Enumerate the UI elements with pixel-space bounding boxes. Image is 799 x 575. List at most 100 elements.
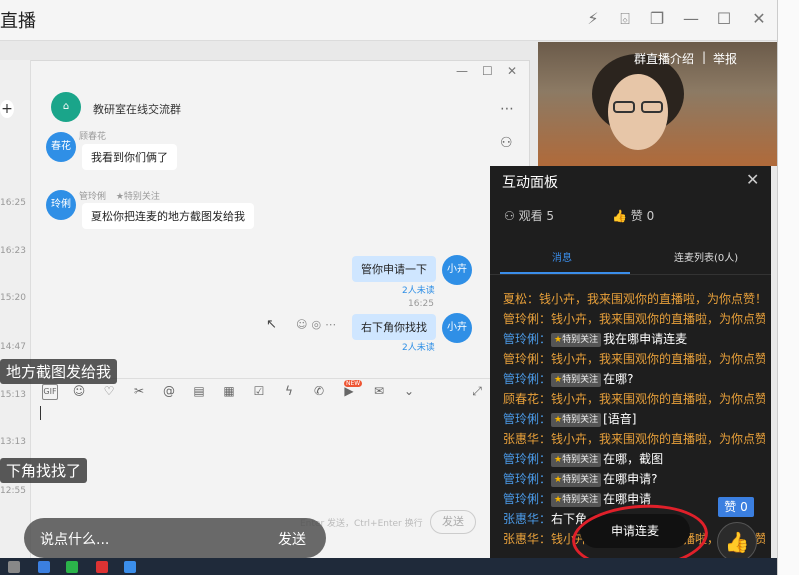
comment-send-button[interactable]: 发送 — [278, 529, 306, 549]
wechat-icon[interactable] — [66, 561, 78, 573]
message-sender[interactable]: 夏松： — [503, 292, 539, 306]
add-icon[interactable]: + — [0, 100, 14, 118]
message-input[interactable] — [30, 406, 492, 536]
panel-close-icon[interactable]: ✕ — [746, 170, 759, 189]
message-sender[interactable]: 管玲俐： — [503, 352, 551, 366]
chat-close-icon[interactable]: ✕ — [507, 64, 517, 78]
thumbs-up-icon: 👍 — [724, 530, 750, 554]
link-separator: | — [702, 50, 707, 64]
tab-messages[interactable]: 消息 — [552, 249, 572, 264]
star-icon: ★ — [554, 494, 563, 505]
message-sender[interactable]: 管玲俐： — [503, 332, 551, 346]
like-icon[interactable]: ♡ — [102, 384, 116, 398]
panel-message: 管玲俐： ★特别关注 [语音] — [503, 409, 765, 429]
panel-message: 管玲俐：钱小卉，我来围观你的直播啦，为你点赞 — [503, 349, 765, 369]
folder-icon[interactable]: ▤ — [192, 384, 206, 398]
taskbar-app-icon[interactable] — [8, 561, 20, 573]
minimize-icon[interactable]: — — [680, 8, 702, 30]
message-sender[interactable]: 管玲俐： — [503, 472, 551, 486]
presenter-video-frame — [592, 54, 684, 150]
taskbar-app-icon[interactable] — [38, 561, 50, 573]
message-sender[interactable]: 顾春花： — [503, 392, 551, 406]
chat-message: 夏松你把连麦的地方截图发给我 — [82, 203, 254, 229]
panel-message: 顾春花：钱小卉，我来围观你的直播啦，为你点赞 — [503, 389, 765, 409]
message-text: 钱小卉，我来围观你的直播啦，为你点赞！ — [539, 292, 765, 306]
message-sender[interactable]: 管玲俐： — [503, 372, 551, 386]
report-link[interactable]: 举报 — [713, 50, 737, 67]
message-time: 16:25 — [408, 299, 434, 309]
calendar-icon[interactable]: ▦ — [222, 384, 236, 398]
sender-avatar[interactable]: 玲俐 — [46, 190, 76, 220]
expand-icon[interactable]: ⤢ — [470, 384, 484, 398]
at-icon[interactable]: @ — [162, 384, 176, 398]
message-sender[interactable]: 管玲俐： — [503, 312, 551, 326]
panel-message: 张惠华：钱小卉，我来围观你的直播啦，为你点赞 — [503, 429, 765, 449]
pin-icon[interactable]: ⌺ — [614, 8, 636, 30]
add-member-icon[interactable]: ⚇ — [500, 135, 513, 151]
lightning-icon[interactable]: ⚡ — [582, 8, 604, 30]
sender-avatar[interactable]: 春花 — [46, 132, 76, 162]
like-button[interactable]: 👍 — [717, 522, 757, 562]
my-avatar[interactable]: 小卉 — [442, 255, 472, 285]
gif-icon[interactable]: GIF — [42, 384, 58, 400]
message-text: 在哪? — [603, 372, 634, 386]
like-badge: 赞 0 — [718, 497, 754, 517]
conversation-list — [0, 60, 31, 558]
unread-status[interactable]: 2人未读 — [402, 340, 435, 353]
danmaku-caption: 地方截图发给我 — [0, 359, 118, 384]
message-text: 在哪，截图 — [603, 452, 664, 466]
list-item-time: 15:13 — [0, 390, 26, 400]
message-text: 钱小卉，我来围观你的直播啦，为你点赞 — [551, 432, 765, 446]
taskbar — [0, 558, 777, 575]
scissors-icon[interactable]: ✂ — [132, 384, 146, 398]
viewer-count: ⚇ 观看 5 — [504, 209, 555, 223]
panel-divider — [490, 274, 771, 275]
message-sender[interactable]: 张惠华： — [503, 532, 551, 546]
star-icon: ★ — [554, 414, 563, 425]
tab-mic-list[interactable]: 连麦列表(0人) — [674, 249, 738, 264]
star-icon: ★ — [554, 474, 563, 485]
list-item-time: 12:55 — [0, 486, 26, 496]
badge-label: 特别关注 — [562, 414, 599, 425]
panel-message: 管玲俐：钱小卉，我来围观你的直播啦，为你点赞 — [503, 309, 765, 329]
sender-name: 顾春花 — [79, 132, 107, 142]
message-sender[interactable]: 管玲俐： — [503, 492, 551, 506]
copy-icon[interactable]: ❐ — [646, 8, 668, 30]
like-count: 👍 赞 0 — [612, 209, 655, 223]
chat-minimize-icon[interactable]: — — [456, 64, 468, 78]
message-sender[interactable]: 管玲俐： — [503, 412, 551, 426]
more-icon[interactable]: ⋯ — [500, 101, 514, 117]
more-tools-icon[interactable]: ⌄ — [402, 384, 416, 398]
list-item-time: 16:23 — [0, 246, 26, 256]
message-sender[interactable]: 张惠华： — [503, 512, 551, 526]
sender-name: 管玲俐 ★特别关注 — [79, 192, 160, 202]
danmaku-caption: 下角找找了 — [0, 458, 88, 483]
taskbar-app-icon[interactable] — [124, 561, 136, 573]
star-icon: ★ — [554, 374, 563, 385]
lightning-tool-icon[interactable]: ϟ — [282, 384, 296, 398]
group-live-intro-link[interactable]: 群直播介绍 — [634, 50, 694, 67]
phone-icon[interactable]: ✆ — [312, 384, 326, 398]
chat-maximize-icon[interactable]: ☐ — [482, 64, 493, 78]
my-avatar[interactable]: 小卉 — [442, 313, 472, 343]
badge-label: 特别关注 — [562, 474, 599, 485]
group-avatar[interactable]: ⌂ — [51, 92, 81, 122]
close-icon[interactable]: ✕ — [748, 8, 770, 30]
comment-input[interactable]: 说点什么... — [40, 529, 109, 549]
message-text: 在哪申请? — [603, 472, 658, 486]
star-icon: ★ — [554, 334, 563, 345]
message-sender[interactable]: 张惠华： — [503, 432, 551, 446]
send-button[interactable]: 发送 — [430, 510, 476, 534]
list-item-time: 15:20 — [0, 293, 26, 303]
unread-status[interactable]: 2人未读 — [402, 283, 435, 296]
message-sender[interactable]: 管玲俐： — [503, 452, 551, 466]
mail-icon[interactable]: ✉ — [372, 384, 386, 398]
checkbox-icon[interactable]: ☑ — [252, 384, 266, 398]
message-actions-icon[interactable]: ☺◎⋯ — [296, 318, 340, 331]
maximize-icon[interactable]: ☐ — [713, 8, 735, 30]
emoji-icon[interactable]: ☺ — [72, 384, 86, 398]
thumb-icon: 👍 — [612, 209, 631, 223]
special-follow-badge: ★特别关注 — [551, 472, 602, 487]
badge-label: 特别关注 — [562, 454, 599, 465]
taskbar-app-icon[interactable] — [96, 561, 108, 573]
